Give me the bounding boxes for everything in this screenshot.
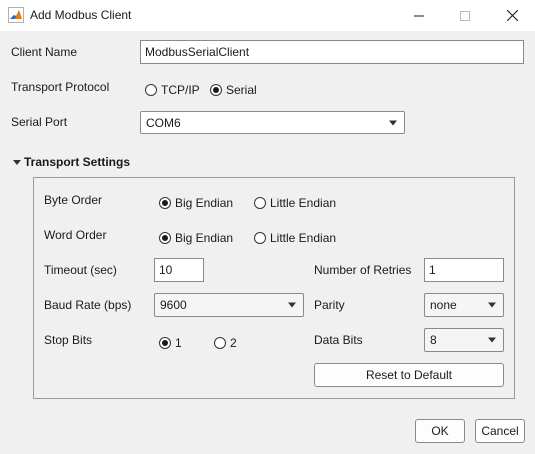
window-title: Add Modbus Client [30,8,132,22]
stop-bits-2-label: 2 [230,336,237,350]
maximize-icon [460,10,470,21]
chevron-down-icon [288,302,296,308]
serial-port-label: Serial Port [11,115,68,129]
baud-rate-dropdown[interactable]: 9600 [154,293,304,317]
serial-radio-label: Serial [226,83,257,97]
byte-order-label: Byte Order [44,193,103,207]
cancel-button[interactable]: Cancel [475,419,525,443]
maximize-button [442,0,488,31]
reset-to-default-button[interactable]: Reset to Default [314,363,504,387]
chevron-down-icon [488,302,496,308]
close-icon [506,10,518,21]
client-name-label: Client Name [11,45,78,59]
collapse-arrow-icon [13,159,21,165]
retries-field[interactable] [424,258,504,282]
timeout-label: Timeout (sec) [44,263,117,277]
data-bits-label: Data Bits [314,333,363,347]
byte-order-big-endian-radio[interactable] [159,197,171,209]
minimize-button[interactable] [396,0,442,31]
transport-settings-toggle[interactable]: Transport Settings [13,155,130,169]
serial-port-dropdown[interactable]: COM6 [140,111,405,134]
byte-order-little-endian-label: Little Endian [270,196,337,210]
serial-radio[interactable] [210,84,222,96]
retries-label: Number of Retries [314,263,412,277]
word-order-little-endian-radio[interactable] [254,232,266,244]
tcpip-radio[interactable] [145,84,157,96]
client-name-field[interactable] [140,40,524,64]
word-order-little-endian-label: Little Endian [270,231,337,245]
parity-value: none [430,298,457,312]
ok-button[interactable]: OK [415,419,465,443]
title-bar: Add Modbus Client [0,0,535,31]
transport-protocol-label: Transport Protocol [11,80,110,94]
serial-port-value: COM6 [146,115,181,130]
chevron-down-icon [389,120,397,125]
timeout-field[interactable] [154,258,204,282]
word-order-big-endian-label: Big Endian [175,231,234,245]
word-order-label: Word Order [44,228,107,242]
data-bits-dropdown[interactable]: 8 [424,328,504,352]
baud-rate-label: Baud Rate (bps) [44,298,132,312]
chevron-down-icon [488,337,496,343]
data-bits-value: 8 [430,333,437,347]
transport-settings-header: Transport Settings [24,155,131,169]
byte-order-big-endian-label: Big Endian [175,196,234,210]
tcpip-radio-label: TCP/IP [161,83,200,97]
byte-order-little-endian-radio[interactable] [254,197,266,209]
close-button[interactable] [489,0,535,31]
matlab-logo-icon [8,7,24,23]
stop-bits-1-radio[interactable] [159,337,171,349]
word-order-big-endian-radio[interactable] [159,232,171,244]
parity-dropdown[interactable]: none [424,293,504,317]
stop-bits-1-label: 1 [175,336,182,350]
stop-bits-2-radio[interactable] [214,337,226,349]
stop-bits-label: Stop Bits [44,333,93,347]
minimize-icon [414,15,424,16]
parity-label: Parity [314,298,345,312]
baud-rate-value: 9600 [160,298,187,312]
